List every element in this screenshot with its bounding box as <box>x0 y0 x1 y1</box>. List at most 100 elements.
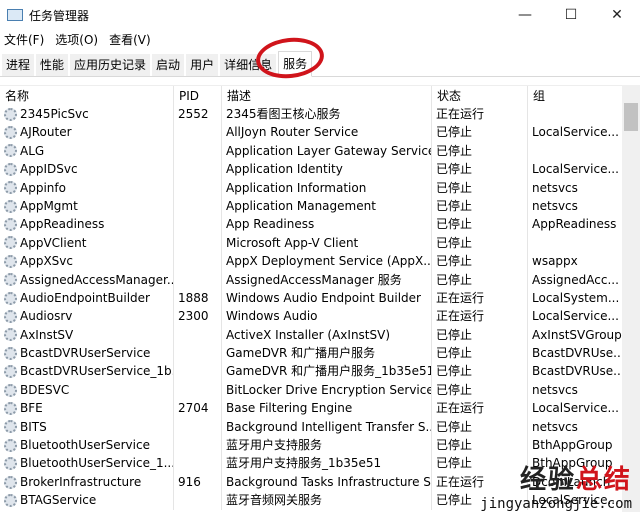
minimize-button[interactable]: — <box>502 0 548 30</box>
menu-options[interactable]: 选项(O) <box>55 31 98 48</box>
table-row[interactable]: AppVClient Microsoft App-V Client 已停止 <box>0 233 622 253</box>
service-name: Appinfo <box>20 180 66 195</box>
service-name: AJRouter <box>20 125 72 140</box>
tab-performance[interactable]: 性能 <box>36 54 69 76</box>
cell-status: 已停止 <box>432 436 528 455</box>
service-gear-icon <box>4 401 17 415</box>
cell-status: 已停止 <box>432 215 528 234</box>
table-row[interactable]: BcastDVRUserService GameDVR 和广播用户服务 已停止 Bca… <box>0 344 622 363</box>
cell-name: AppIDSvc <box>0 160 174 179</box>
table-row[interactable]: BITS Background Intelligent Transfer S...… <box>0 417 622 437</box>
cell-name: ALG <box>0 141 174 161</box>
watermark-url: jingyanzongjie.com <box>480 496 632 512</box>
cell-group: LocalService... <box>532 309 619 324</box>
service-gear-icon <box>4 291 17 305</box>
service-name: BrokerInfrastructure <box>20 474 142 489</box>
cell-pid <box>174 141 222 161</box>
cell-group: wsappx <box>532 254 578 269</box>
table-row[interactable]: BcastDVRUserService_1b... GameDVR 和广播用户服务… <box>0 362 622 381</box>
cell-status: 已停止 <box>432 362 528 381</box>
column-description[interactable]: 描述 <box>222 86 432 106</box>
cell-status: 正在运行 <box>432 288 528 308</box>
cell-pid <box>174 160 222 179</box>
table-row[interactable]: AppXSvc AppX Deployment Service (AppX... 已… <box>0 252 622 271</box>
service-gear-icon <box>4 309 17 323</box>
cell-name: BluetoothUserService <box>0 436 174 455</box>
table-row[interactable]: BDESVC BitLocker Drive Encryption Service… <box>0 380 622 400</box>
cell-status: 已停止 <box>432 123 528 142</box>
cell-status: 已停止 <box>432 196 528 216</box>
tab-services[interactable]: 服务 <box>278 51 313 77</box>
close-button[interactable]: ✕ <box>594 0 640 30</box>
table-row[interactable]: AppReadiness App Readiness 已停止 AppReadiness <box>0 215 622 234</box>
cell-description: Application Information <box>222 178 432 197</box>
menu-view[interactable]: 查看(V) <box>109 31 151 48</box>
scrollbar-thumb[interactable] <box>624 103 638 131</box>
tab-app-history[interactable]: 应用历史记录 <box>70 54 151 76</box>
vertical-scrollbar[interactable] <box>622 85 640 512</box>
cell-status: 已停止 <box>432 417 528 437</box>
table-row[interactable]: BFE 2704 Base Filtering Engine 正在运行 LocalSer… <box>0 399 622 418</box>
column-status[interactable]: 状态 <box>432 86 528 106</box>
cell-pid <box>174 454 222 473</box>
table-row[interactable]: Audiosrv 2300 Windows Audio 正在运行 LocalServic… <box>0 307 622 326</box>
column-pid[interactable]: PID <box>174 86 222 106</box>
cell-group: LocalService... <box>532 162 619 177</box>
maximize-button[interactable]: ☐ <box>548 0 594 30</box>
cell-status: 已停止 <box>432 270 528 289</box>
cell-description: GameDVR 和广播用户服务 <box>222 344 432 363</box>
cell-group: LocalService... <box>532 125 619 140</box>
cell-description: Windows Audio <box>222 307 432 326</box>
table-row[interactable]: AJRouter AllJoyn Router Service 已停止 LocalSe… <box>0 123 622 142</box>
cell-name: BcastDVRUserService_1b... <box>0 362 174 381</box>
table-row[interactable]: AssignedAccessManager... AssignedAccessMa… <box>0 270 622 289</box>
cell-name: BcastDVRUserService <box>0 344 174 363</box>
cell-description: AssignedAccessManager 服务 <box>222 270 432 289</box>
tab-details[interactable]: 详细信息 <box>220 54 277 76</box>
cell-pid <box>174 344 222 363</box>
cell-description: 2345看图王核心服务 <box>222 105 432 124</box>
cell-description: App Readiness <box>222 215 432 234</box>
service-gear-icon <box>4 273 17 287</box>
service-name: AxInstSV <box>20 327 74 342</box>
cell-name: AppXSvc <box>0 252 174 271</box>
table-row[interactable]: 2345PicSvc 2552 2345看图王核心服务 正在运行 <box>0 105 622 124</box>
cell-status: 正在运行 <box>432 105 528 124</box>
service-name: AppXSvc <box>20 254 73 269</box>
service-gear-icon <box>4 236 17 250</box>
cell-name: Appinfo <box>0 178 174 197</box>
cell-pid <box>174 178 222 197</box>
service-gear-icon <box>4 181 17 195</box>
cell-name: Audiosrv <box>0 307 174 326</box>
service-name: BluetoothUserService_1... <box>20 456 174 471</box>
tab-startup[interactable]: 启动 <box>152 54 185 76</box>
service-gear-icon <box>4 218 17 232</box>
cell-pid <box>174 233 222 253</box>
table-row[interactable]: AxInstSV ActiveX Installer (AxInstSV) 已停止 A… <box>0 325 622 345</box>
cell-pid: 2552 <box>174 105 222 124</box>
cell-description: Background Tasks Infrastructure S... <box>222 472 432 492</box>
services-list: 2345PicSvc 2552 2345看图王核心服务 正在运行 AJRouter All… <box>0 105 622 510</box>
column-name[interactable]: 名称 <box>0 86 174 106</box>
cell-name: AssignedAccessManager... <box>0 270 174 289</box>
tab-users[interactable]: 用户 <box>186 54 219 76</box>
cell-group: netsvcs <box>532 198 578 213</box>
cell-pid <box>174 196 222 216</box>
task-manager-icon <box>7 9 23 21</box>
table-row[interactable]: AppIDSvc Application Identity 已停止 LocalServ… <box>0 160 622 179</box>
table-row[interactable]: AudioEndpointBuilder 1888 Windows Audio En… <box>0 288 622 308</box>
table-row[interactable]: BluetoothUserService 蓝牙用户支持服务 已停止 BthAppGro… <box>0 436 622 455</box>
table-row[interactable]: Appinfo Application Information 已停止 netsvcs <box>0 178 622 197</box>
column-group[interactable]: 组 <box>528 86 622 106</box>
cell-name: AppVClient <box>0 233 174 253</box>
service-gear-icon <box>4 199 17 213</box>
menu-file[interactable]: 文件(F) <box>4 31 44 48</box>
tab-processes[interactable]: 进程 <box>2 54 35 76</box>
cell-status: 已停止 <box>432 325 528 345</box>
table-row[interactable]: AppMgmt Application Management 已停止 netsvcs <box>0 196 622 216</box>
service-name: BTAGService <box>20 493 97 508</box>
service-name: AssignedAccessManager... <box>20 272 174 287</box>
table-row[interactable]: ALG Application Layer Gateway Service 已停止 <box>0 141 622 161</box>
service-gear-icon <box>4 365 17 379</box>
cell-status: 正在运行 <box>432 307 528 326</box>
